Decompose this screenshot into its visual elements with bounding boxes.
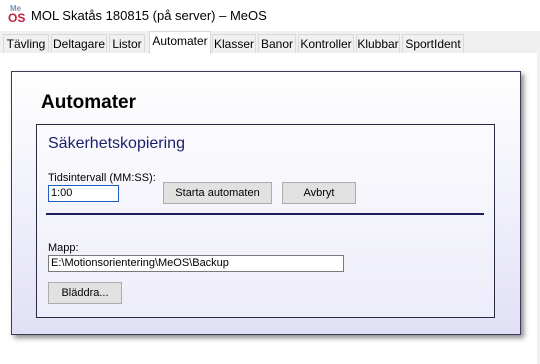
- app-icon-bottom-text: OS: [8, 11, 26, 25]
- backup-group: Säkerhetskopiering Tidsintervall (MM:SS)…: [36, 124, 495, 318]
- cancel-button[interactable]: Avbryt: [282, 182, 356, 204]
- window-title: MOL Skatås 180815 (på server) – MeOS: [31, 8, 267, 23]
- tab-content-area: Automater Säkerhetskopiering Tidsinterva…: [0, 53, 540, 364]
- tab-listor[interactable]: Listor: [109, 34, 145, 52]
- tab-tavling[interactable]: Tävling: [3, 34, 49, 52]
- title-bar: Me OS MOL Skatås 180815 (på server) – Me…: [0, 0, 540, 31]
- automater-panel: Automater Säkerhetskopiering Tidsinterva…: [11, 71, 521, 335]
- page-title: Automater: [41, 92, 137, 113]
- tab-deltagare[interactable]: Deltagare: [51, 34, 107, 52]
- start-automat-button[interactable]: Starta automaten: [163, 182, 272, 204]
- meos-app-icon: Me OS: [8, 5, 26, 25]
- tab-banor[interactable]: Banor: [258, 34, 296, 52]
- backup-group-title: Säkerhetskopiering: [48, 135, 185, 152]
- interval-label: Tidsintervall (MM:SS):: [48, 172, 156, 184]
- folder-path-input[interactable]: E:\Motionsorientering\MeOS\Backup: [48, 255, 344, 272]
- tab-automater[interactable]: Automater: [149, 31, 211, 54]
- tab-kontroller[interactable]: Kontroller: [298, 34, 354, 52]
- tab-klubbar[interactable]: Klubbar: [356, 34, 400, 52]
- section-divider: [46, 213, 484, 215]
- browse-button[interactable]: Bläddra...: [48, 282, 122, 304]
- folder-label: Mapp:: [48, 242, 79, 254]
- tab-klasser[interactable]: Klasser: [212, 34, 256, 52]
- interval-input[interactable]: 1:00: [48, 185, 119, 202]
- tab-sportident[interactable]: SportIdent: [402, 34, 464, 52]
- tab-strip: Tävling Deltagare Listor Automater Klass…: [0, 31, 540, 54]
